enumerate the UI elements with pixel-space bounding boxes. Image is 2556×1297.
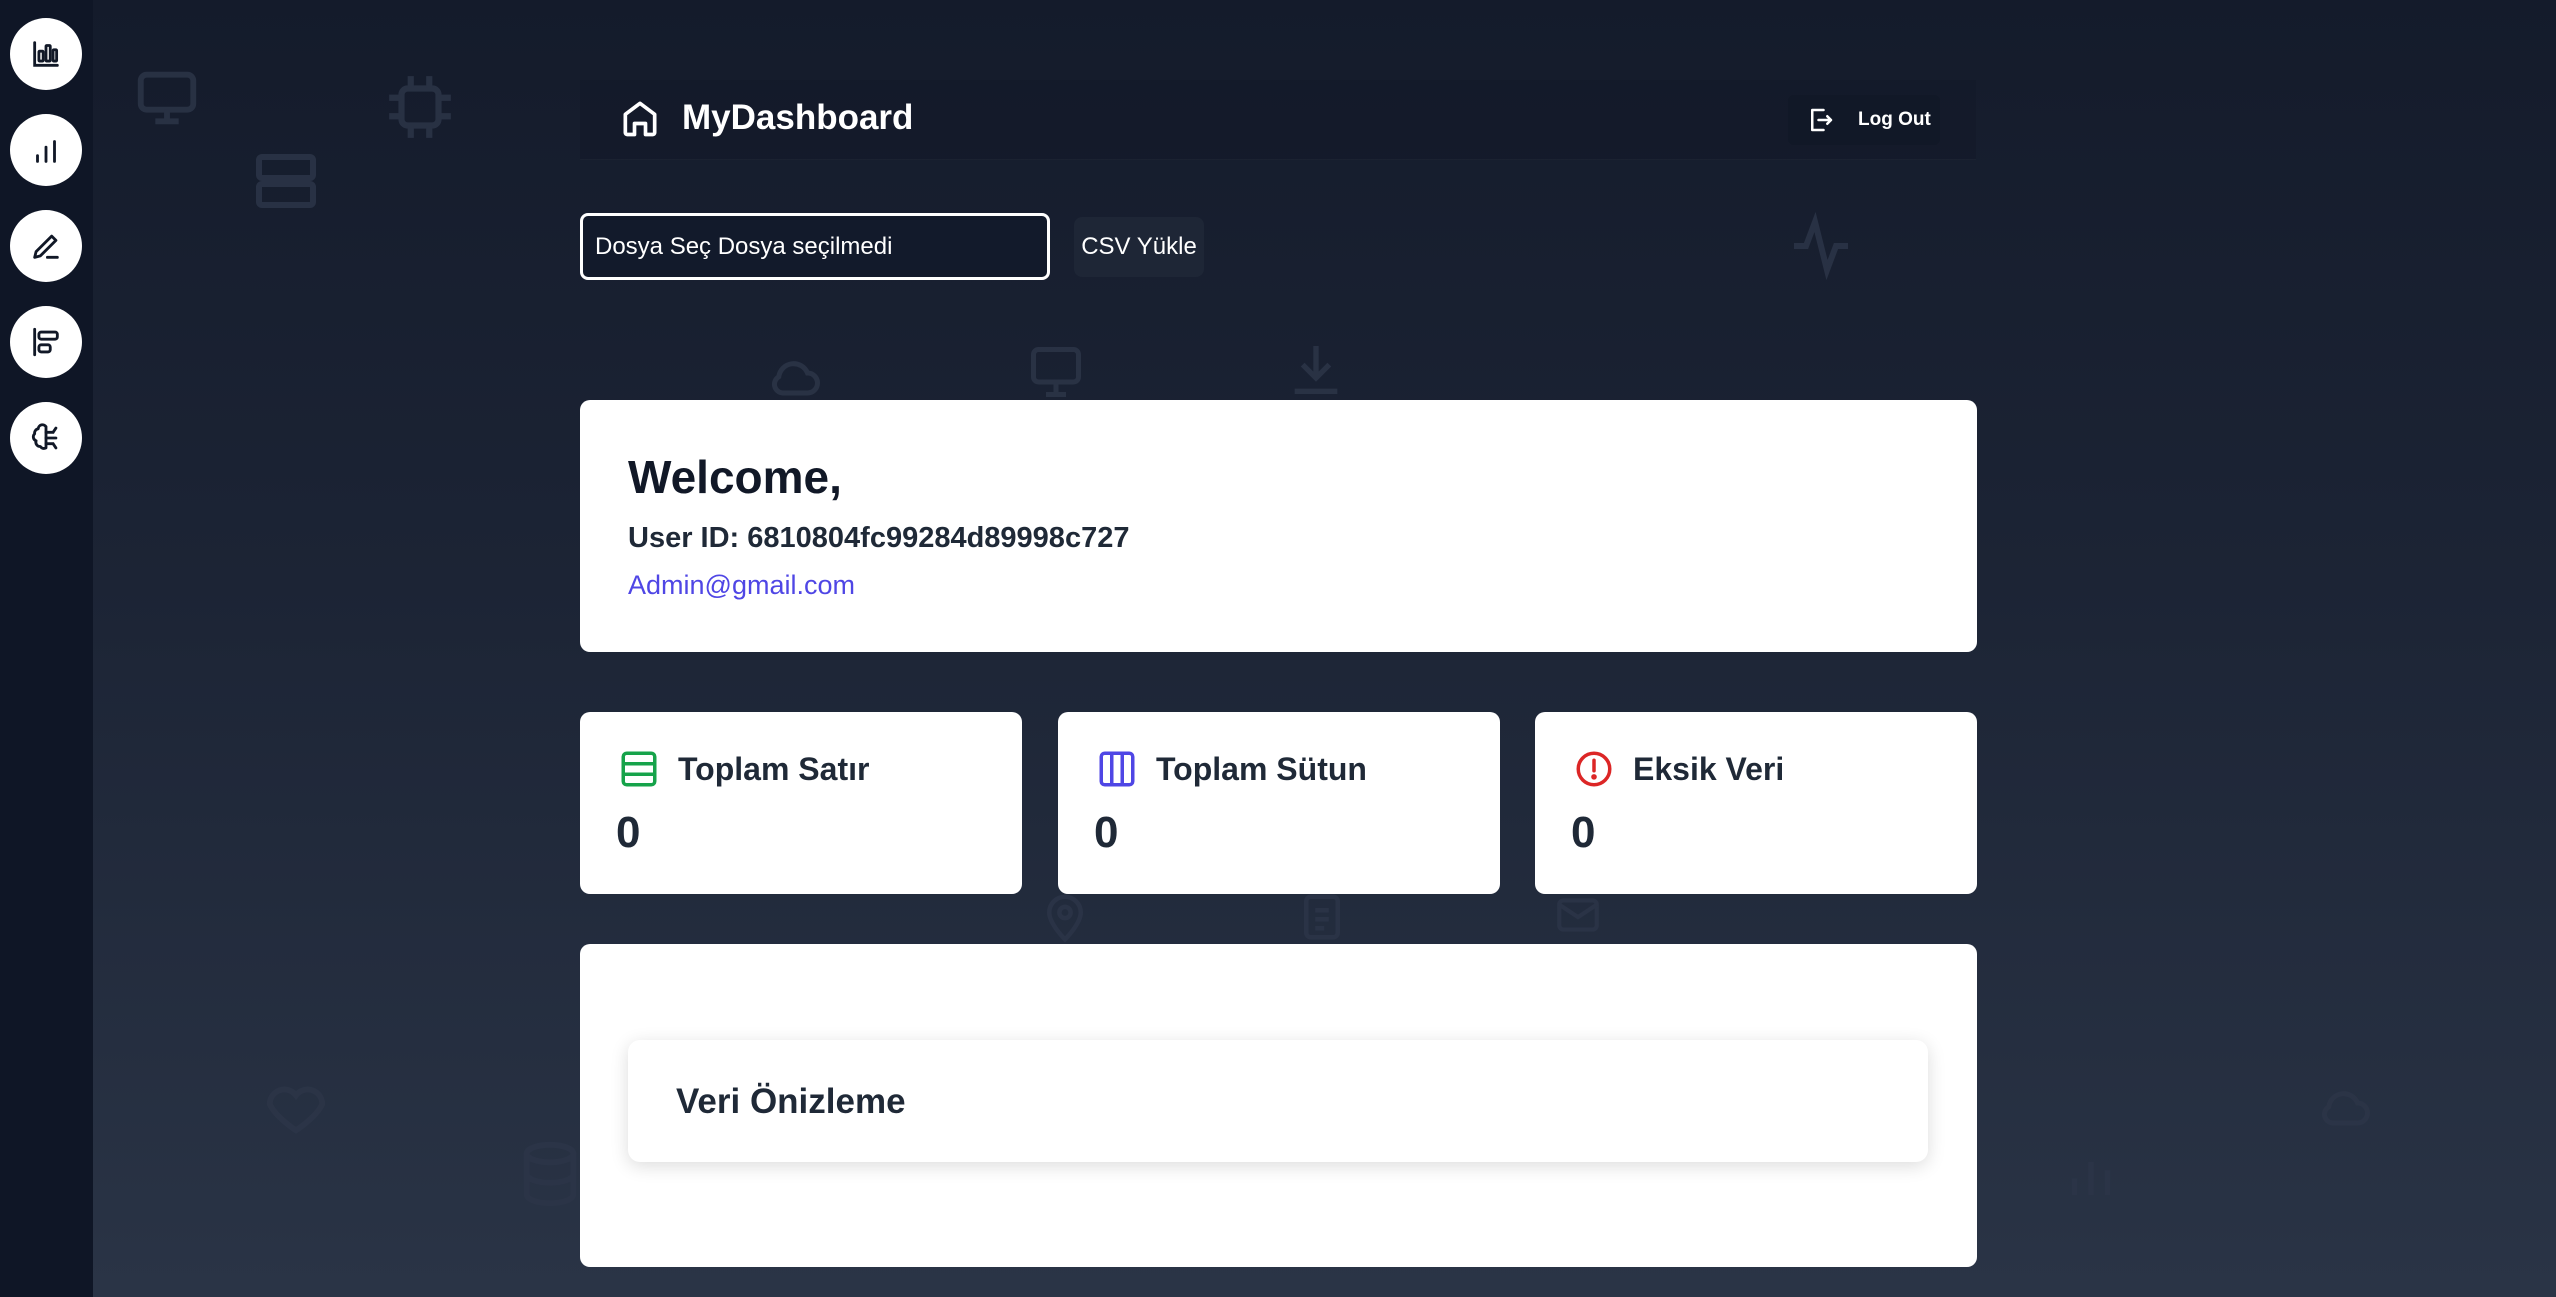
sidebar-item-dashboard[interactable] bbox=[10, 18, 82, 90]
bg-mail-icon bbox=[1542, 890, 1614, 940]
stat-header: Eksik Veri bbox=[1573, 748, 1784, 790]
top-header: MyDashboard Log Out bbox=[580, 80, 1976, 160]
bg-cloud-icon-2 bbox=[2308, 1078, 2382, 1138]
bg-server-icon bbox=[250, 145, 322, 217]
logout-icon bbox=[1811, 108, 1833, 132]
stat-label: Eksik Veri bbox=[1633, 750, 1785, 787]
brand[interactable]: MyDashboard bbox=[618, 96, 913, 140]
rows-icon bbox=[621, 751, 657, 787]
stat-label: Toplam Sütun bbox=[1156, 750, 1367, 787]
stat-header: Toplam Sütun bbox=[1096, 748, 1367, 790]
stat-value: 0 bbox=[1571, 808, 1596, 857]
file-input-text: Dosya Seç Dosya seçilmedi bbox=[595, 232, 893, 260]
alert-circle-icon bbox=[1576, 751, 1612, 787]
stat-value: 0 bbox=[1094, 808, 1119, 857]
sidebar-item-charts[interactable] bbox=[10, 114, 82, 186]
bg-monitor-icon bbox=[132, 63, 202, 133]
stat-card-columns: Toplam Sütun 0 bbox=[1058, 712, 1500, 894]
brand-title: MyDashboard bbox=[682, 98, 914, 137]
home-icon bbox=[623, 101, 657, 137]
bg-bar-chart-icon bbox=[2058, 1138, 2124, 1208]
data-preview-panel: Veri Önizleme bbox=[628, 1040, 1928, 1162]
stat-card-rows: Toplam Satır 0 bbox=[580, 712, 1022, 894]
stat-header: Toplam Satır bbox=[618, 748, 869, 790]
bg-heart-icon bbox=[258, 1072, 334, 1142]
sidebar-item-layout[interactable] bbox=[10, 306, 82, 378]
logout-button[interactable]: Log Out bbox=[1788, 95, 1940, 145]
csv-upload-button[interactable]: CSV Yükle bbox=[1074, 217, 1204, 277]
bg-cloud-icon bbox=[760, 348, 830, 408]
brain-icon bbox=[31, 423, 58, 450]
user-id: User ID: 6810804fc99284d89998c727 bbox=[628, 522, 1130, 554]
bg-activity-icon bbox=[1785, 210, 1857, 282]
bg-location-icon bbox=[1030, 890, 1100, 944]
welcome-title: Welcome, bbox=[628, 451, 842, 503]
stat-card-missing: Eksik Veri 0 bbox=[1535, 712, 1977, 894]
data-preview-card: Veri Önizleme bbox=[580, 944, 1977, 1267]
data-preview-title: Veri Önizleme bbox=[676, 1082, 906, 1121]
bg-document-icon bbox=[1290, 890, 1354, 944]
bar-chart-box-icon bbox=[33, 41, 59, 67]
bg-chip-icon bbox=[383, 70, 457, 144]
sidebar-item-ai[interactable] bbox=[10, 402, 82, 474]
user-email-link[interactable]: Admin@gmail.com bbox=[628, 570, 855, 601]
bar-chart-icon bbox=[36, 140, 56, 163]
bg-database-icon bbox=[515, 1136, 585, 1212]
sidebar bbox=[0, 0, 93, 1297]
pencil-icon bbox=[33, 234, 59, 259]
sidebar-item-edit[interactable] bbox=[10, 210, 82, 282]
stat-label: Toplam Satır bbox=[678, 750, 870, 787]
bg-desktop-icon bbox=[1020, 342, 1092, 402]
welcome-card: Welcome, User ID: 6810804fc99284d89998c7… bbox=[580, 400, 1977, 652]
align-left-icon bbox=[33, 327, 59, 357]
stat-value: 0 bbox=[616, 808, 641, 857]
logout-label: Log Out bbox=[1858, 109, 1931, 130]
file-input[interactable]: Dosya Seç Dosya seçilmedi bbox=[580, 213, 1050, 280]
columns-icon bbox=[1099, 751, 1135, 787]
bg-download-icon bbox=[1280, 338, 1352, 402]
csv-upload-label: CSV Yükle bbox=[1081, 233, 1197, 260]
